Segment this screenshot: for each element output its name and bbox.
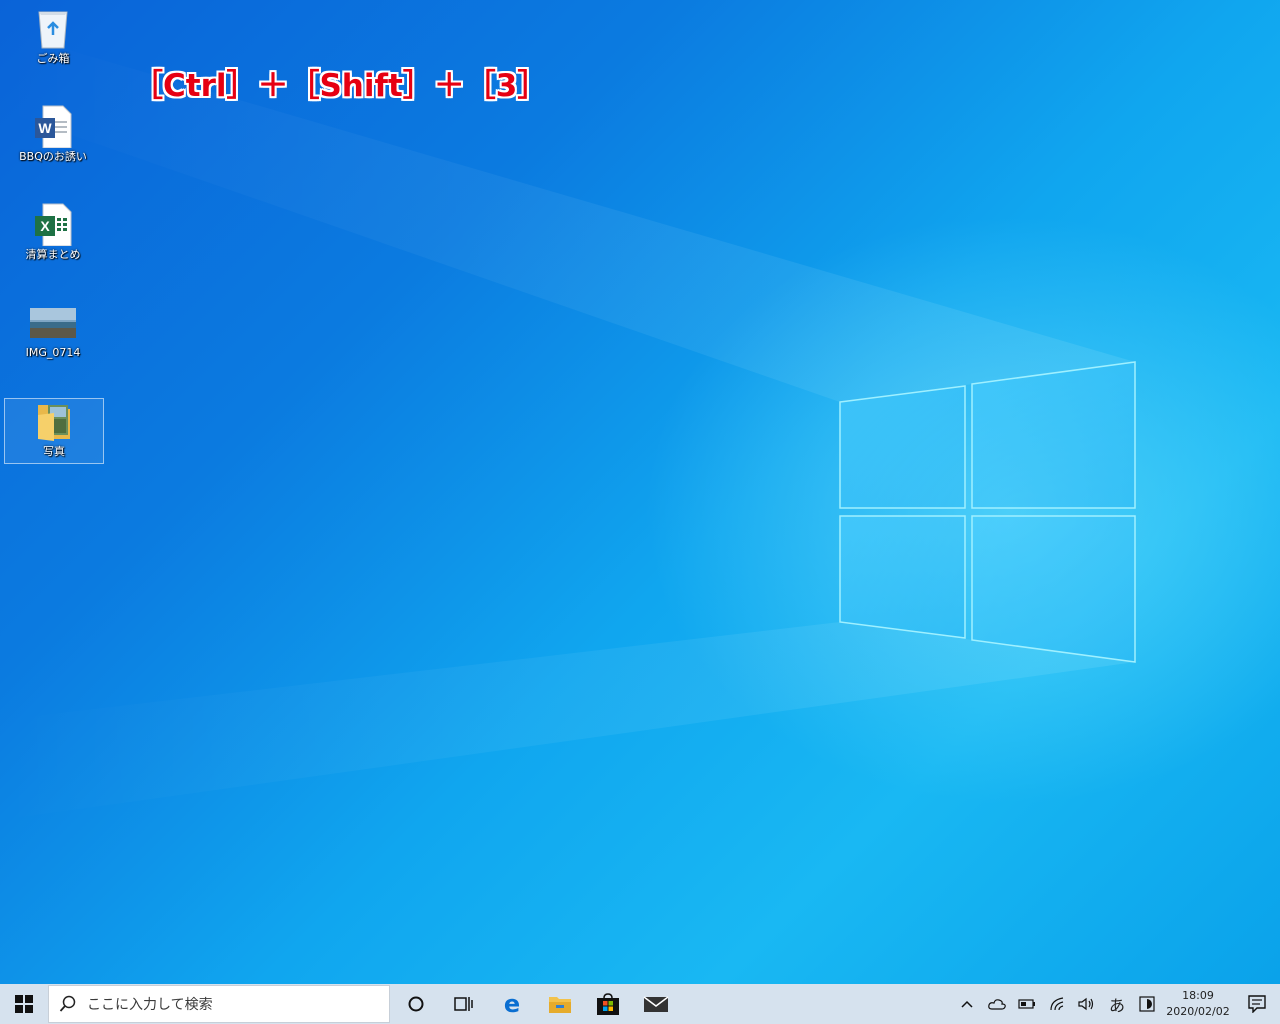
store-icon bbox=[597, 993, 619, 1015]
volume-button[interactable] bbox=[1072, 984, 1102, 1024]
desktop-icon-label: IMG_0714 bbox=[25, 346, 81, 359]
ime-toggle-button[interactable] bbox=[1132, 984, 1162, 1024]
mail-icon bbox=[643, 996, 669, 1012]
cortana-icon bbox=[408, 996, 424, 1012]
desktop-icon-label: 写真 bbox=[43, 445, 65, 458]
desktop-icon-folder[interactable]: 写真 bbox=[4, 398, 104, 464]
desktop-icon-image-file[interactable]: IMG_0714 bbox=[4, 300, 102, 364]
windows-start-icon bbox=[15, 995, 33, 1013]
edge-icon: e bbox=[504, 993, 520, 1015]
search-icon bbox=[49, 995, 87, 1013]
ime-pad-icon bbox=[1139, 996, 1155, 1012]
mail-button[interactable] bbox=[632, 984, 680, 1024]
desktop-icon-excel-workbook[interactable]: X 清算まとめ bbox=[4, 202, 102, 266]
file-explorer-button[interactable] bbox=[536, 984, 584, 1024]
taskbar: ここに入力して検索 e あ 18:09 2020/02/02 bbox=[0, 984, 1280, 1024]
store-button[interactable] bbox=[584, 984, 632, 1024]
battery-icon bbox=[1018, 999, 1035, 1009]
start-button[interactable] bbox=[0, 984, 48, 1024]
action-center-button[interactable] bbox=[1234, 995, 1280, 1013]
desktop-icon-word-document[interactable]: W BBQのお誘い bbox=[4, 104, 102, 168]
battery-button[interactable] bbox=[1012, 984, 1042, 1024]
recycle-bin-icon bbox=[29, 6, 77, 50]
desktop-icon-recycle-bin[interactable]: ごみ箱 bbox=[4, 6, 102, 70]
desktop[interactable]: ごみ箱 W BBQのお誘い X 清算まとめ IMG_0714 写真 ［Ctrl］… bbox=[0, 0, 1280, 984]
clock-time: 18:09 bbox=[1182, 989, 1214, 1002]
shortcut-caption: ［Ctrl］＋［Shift］＋［3］ bbox=[132, 68, 549, 104]
windows-logo-wallpaper bbox=[0, 30, 1136, 820]
speaker-icon bbox=[1078, 997, 1094, 1011]
cortana-button[interactable] bbox=[392, 984, 440, 1024]
desktop-icon-label: ごみ箱 bbox=[36, 52, 70, 65]
chevron-up-icon bbox=[961, 1000, 973, 1008]
network-button[interactable] bbox=[1042, 984, 1072, 1024]
cloud-icon bbox=[988, 999, 1006, 1010]
notification-icon bbox=[1248, 995, 1266, 1013]
clock[interactable]: 18:09 2020/02/02 bbox=[1162, 988, 1234, 1020]
task-view-button[interactable] bbox=[440, 984, 488, 1024]
desktop-icon-label: 清算まとめ bbox=[25, 248, 81, 261]
wifi-icon bbox=[1050, 997, 1064, 1011]
svg-text:X: X bbox=[40, 218, 50, 234]
show-hidden-icons-button[interactable] bbox=[952, 984, 982, 1024]
clock-date: 2020/02/02 bbox=[1166, 1005, 1230, 1018]
onedrive-button[interactable] bbox=[982, 984, 1012, 1024]
svg-text:e: e bbox=[504, 993, 520, 1015]
image-file-icon bbox=[29, 300, 77, 344]
excel-workbook-icon: X bbox=[29, 202, 77, 246]
system-tray: あ 18:09 2020/02/02 bbox=[952, 984, 1280, 1024]
folder-icon bbox=[30, 399, 78, 443]
file-explorer-icon bbox=[549, 997, 571, 1013]
word-document-icon: W bbox=[29, 104, 77, 148]
edge-button[interactable]: e bbox=[488, 984, 536, 1024]
search-box[interactable]: ここに入力して検索 bbox=[48, 985, 390, 1023]
search-placeholder: ここに入力して検索 bbox=[87, 997, 213, 1013]
desktop-icon-label: BBQのお誘い bbox=[19, 150, 87, 163]
svg-text:W: W bbox=[38, 120, 52, 136]
task-view-icon bbox=[454, 997, 473, 1011]
ime-mode-indicator[interactable]: あ bbox=[1102, 984, 1132, 1024]
